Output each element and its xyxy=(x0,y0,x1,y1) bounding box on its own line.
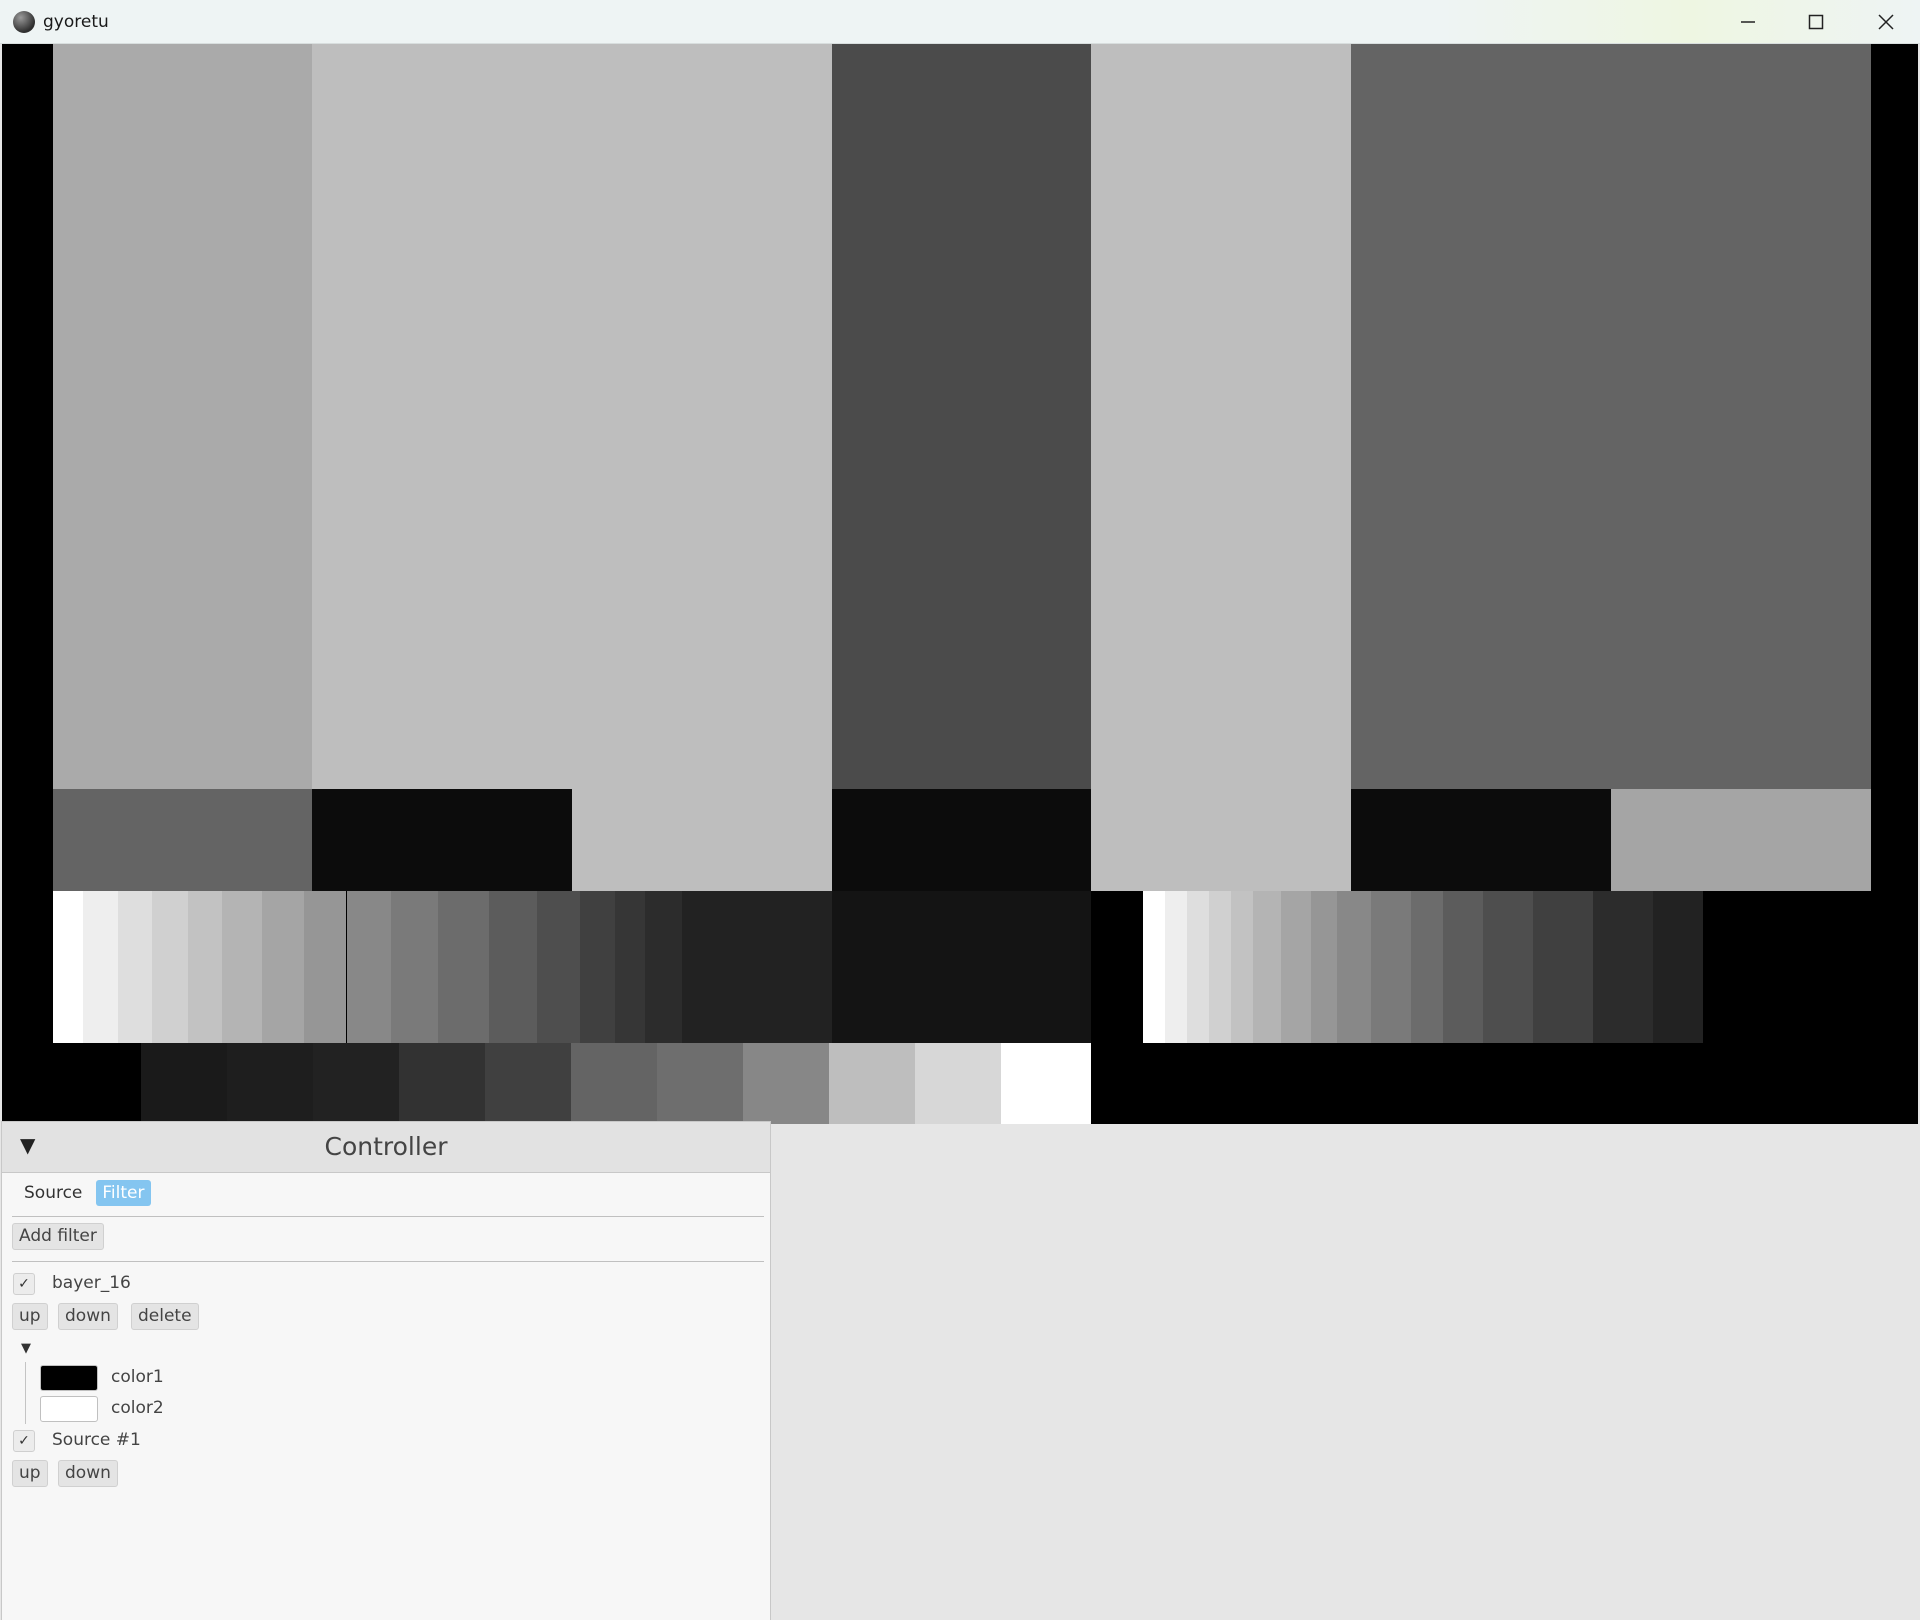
divider xyxy=(12,1261,764,1262)
close-icon xyxy=(1878,14,1894,30)
down-button[interactable]: down xyxy=(58,1460,118,1487)
pattern-block xyxy=(1351,44,1871,789)
color2-swatch[interactable] xyxy=(40,1396,98,1422)
pattern-block xyxy=(1371,891,1411,1043)
pattern-block xyxy=(141,1043,227,1124)
pattern-block xyxy=(657,1043,743,1124)
pattern-block xyxy=(832,44,1091,789)
pattern-block xyxy=(399,1043,485,1124)
pattern-block xyxy=(438,891,489,1043)
minimize-button[interactable] xyxy=(1714,0,1782,44)
pattern-block xyxy=(1001,1043,1091,1124)
pattern-block xyxy=(743,1043,829,1124)
pattern-block xyxy=(1231,891,1253,1043)
pattern-block xyxy=(1253,891,1281,1043)
pattern-block xyxy=(1091,44,1351,789)
tab-filter[interactable]: Filter xyxy=(96,1180,151,1206)
pattern-block xyxy=(1443,891,1483,1043)
pattern-block xyxy=(304,891,346,1043)
minimize-icon xyxy=(1741,21,1755,23)
pattern-block xyxy=(222,891,262,1043)
tab-source[interactable]: Source xyxy=(18,1180,88,1206)
tab-bar: Source Filter xyxy=(18,1180,151,1206)
tree-line xyxy=(25,1362,26,1424)
pattern-block xyxy=(832,891,1091,1043)
pattern-block xyxy=(1593,891,1653,1043)
pattern-block xyxy=(829,1043,915,1124)
up-button[interactable]: up xyxy=(12,1460,48,1487)
pattern-block xyxy=(227,1043,313,1124)
pattern-block xyxy=(682,891,832,1043)
pattern-block xyxy=(580,891,615,1043)
maximize-button[interactable] xyxy=(1782,0,1850,44)
pattern-block xyxy=(188,891,222,1043)
pattern-block xyxy=(83,891,118,1043)
pattern-block xyxy=(53,44,312,789)
pattern-block xyxy=(53,789,312,891)
add-filter-button[interactable]: Add filter xyxy=(12,1223,104,1250)
pattern-block xyxy=(1351,789,1611,891)
pattern-block xyxy=(1165,891,1187,1043)
pattern-block xyxy=(262,891,304,1043)
filter-enabled-checkbox[interactable]: ✓ xyxy=(13,1273,35,1295)
pattern-block xyxy=(53,891,83,1043)
pattern-block xyxy=(1281,891,1311,1043)
pattern-block xyxy=(1337,891,1371,1043)
pattern-block xyxy=(1611,789,1871,891)
controller-panel: ▼ Controller Source Filter Add filter ✓ … xyxy=(1,1121,771,1620)
close-button[interactable] xyxy=(1852,0,1920,44)
pattern-block xyxy=(347,891,391,1043)
title-bar: gyoretu xyxy=(0,0,1920,44)
pattern-block xyxy=(1091,789,1351,891)
pattern-block xyxy=(537,891,580,1043)
pattern-block xyxy=(1187,891,1209,1043)
pattern-block xyxy=(312,789,572,891)
down-button[interactable]: down xyxy=(58,1303,118,1330)
pattern-block xyxy=(1143,891,1165,1043)
pattern-block xyxy=(1533,891,1593,1043)
source-name: Source #1 xyxy=(52,1430,141,1450)
pattern-block xyxy=(152,891,188,1043)
pattern-block xyxy=(391,891,438,1043)
up-button[interactable]: up xyxy=(12,1303,48,1330)
pattern-block xyxy=(485,1043,571,1124)
pattern-block xyxy=(1411,891,1443,1043)
pattern-block xyxy=(312,44,832,789)
controller-header: ▼ Controller xyxy=(2,1122,770,1173)
delete-button[interactable]: delete xyxy=(131,1303,199,1330)
pattern-block xyxy=(1311,891,1337,1043)
color2-label: color2 xyxy=(111,1398,164,1418)
filter-name: bayer_16 xyxy=(52,1273,131,1293)
pattern-block xyxy=(571,1043,657,1124)
render-canvas xyxy=(2,44,1918,1124)
pattern-block xyxy=(313,1043,399,1124)
pattern-block xyxy=(489,891,537,1043)
maximize-icon xyxy=(1808,14,1824,30)
pattern-block xyxy=(645,891,682,1043)
pattern-block xyxy=(832,789,1091,891)
pattern-block xyxy=(572,789,832,891)
window-title: gyoretu xyxy=(43,12,109,32)
pattern-block xyxy=(1653,891,1703,1043)
pattern-block xyxy=(915,1043,1001,1124)
expand-triangle-icon[interactable]: ▼ xyxy=(21,1341,31,1356)
pattern-block xyxy=(615,891,645,1043)
divider xyxy=(12,1216,764,1217)
controller-title: Controller xyxy=(324,1132,448,1161)
source-enabled-checkbox[interactable]: ✓ xyxy=(13,1430,35,1452)
color1-swatch[interactable] xyxy=(40,1365,98,1391)
pattern-block xyxy=(1209,891,1231,1043)
app-icon xyxy=(13,11,35,33)
pattern-block xyxy=(118,891,152,1043)
color1-label: color1 xyxy=(111,1367,164,1387)
pattern-block xyxy=(1483,891,1533,1043)
